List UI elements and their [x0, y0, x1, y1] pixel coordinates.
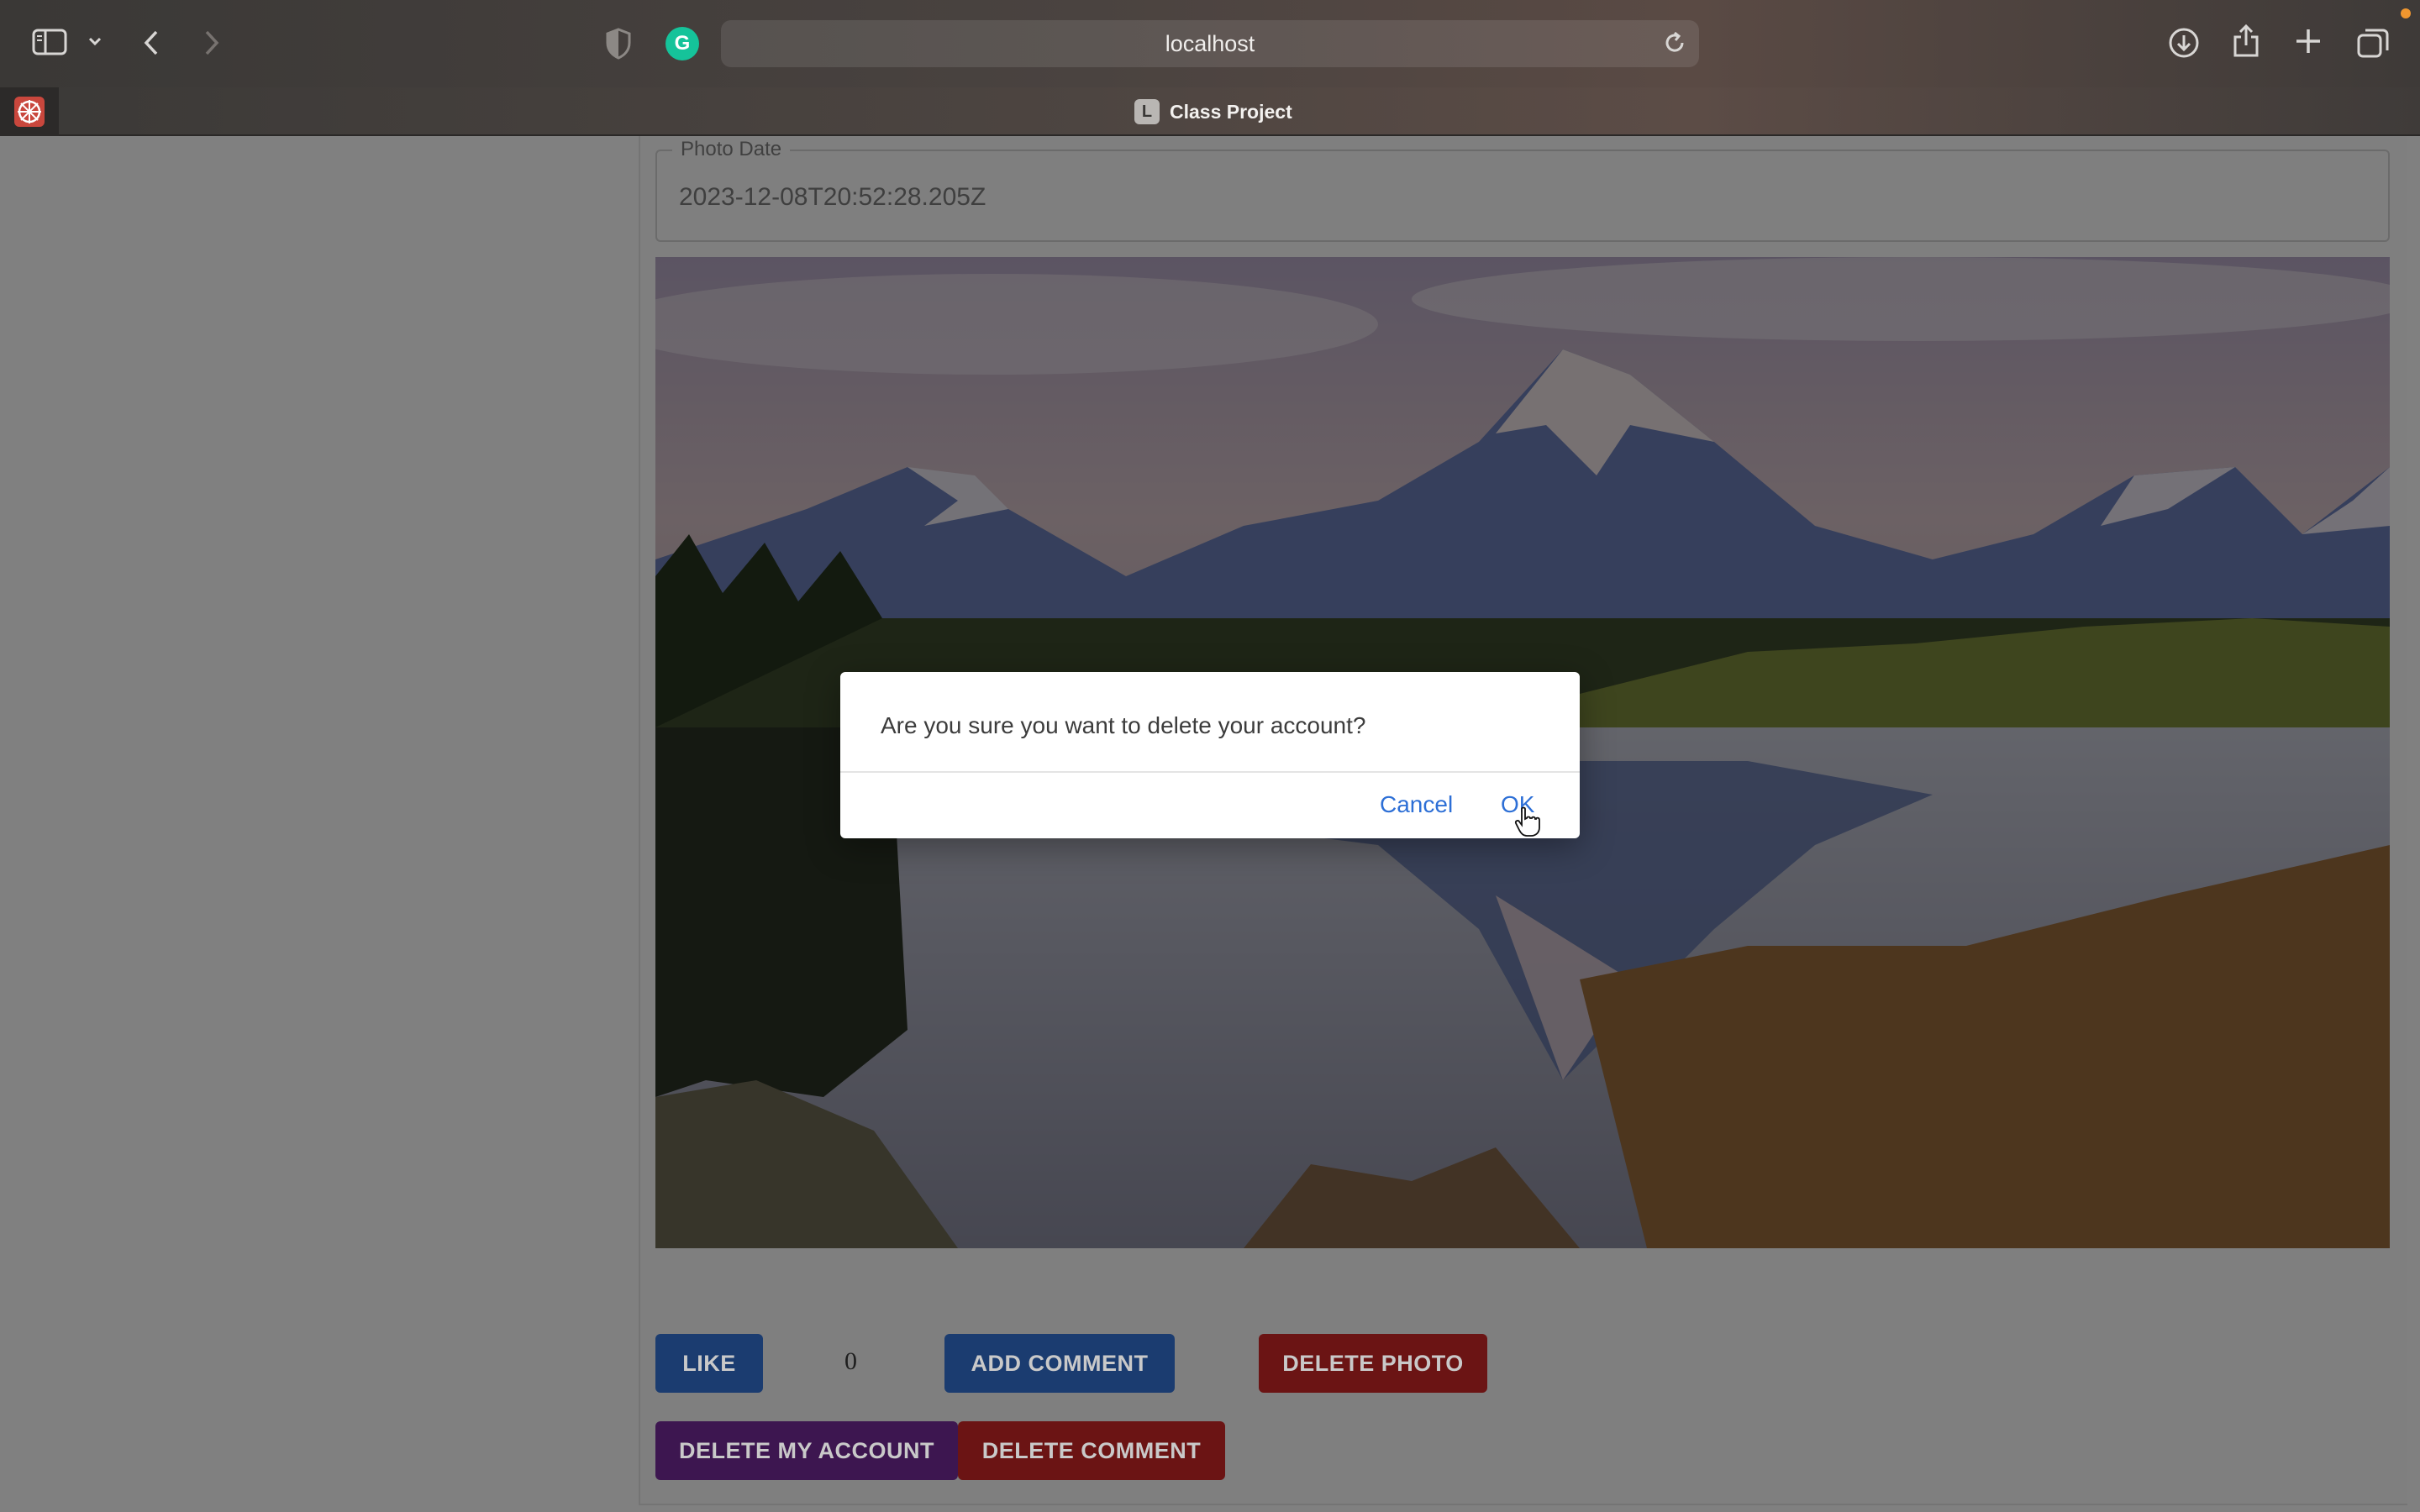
- delete-photo-button[interactable]: DELETE PHOTO: [1259, 1334, 1487, 1393]
- photo-date-label: Photo Date: [672, 138, 791, 161]
- dialog-message: Are you sure you want to delete your acc…: [881, 712, 1366, 738]
- photo-date-value: 2023-12-08T20:52:28.205Z: [679, 183, 986, 211]
- back-icon[interactable]: [141, 29, 161, 57]
- tab-title-text: Class Project: [1170, 100, 1292, 123]
- share-icon[interactable]: [2232, 24, 2260, 59]
- download-icon[interactable]: [2168, 27, 2200, 59]
- photo-date-field[interactable]: Photo Date 2023-12-08T20:52:28.205Z: [655, 138, 2390, 242]
- pinned-tab-favicon-icon: [14, 97, 45, 127]
- confirm-dialog: Are you sure you want to delete your acc…: [840, 672, 1580, 838]
- like-button[interactable]: LIKE: [655, 1334, 763, 1393]
- forward-icon[interactable]: [202, 29, 222, 57]
- delete-account-button[interactable]: DELETE MY ACCOUNT: [655, 1421, 958, 1480]
- tab-active[interactable]: L Class Project: [1134, 97, 1292, 126]
- address-bar[interactable]: localhost: [721, 20, 1699, 67]
- add-comment-button[interactable]: ADD COMMENT: [944, 1334, 1175, 1393]
- tab-overview-icon[interactable]: [2356, 27, 2390, 59]
- new-tab-icon[interactable]: [2294, 27, 2323, 55]
- like-count: 0: [844, 1347, 857, 1375]
- cancel-button[interactable]: Cancel: [1380, 791, 1453, 818]
- tab-favicon-icon: L: [1134, 99, 1160, 124]
- delete-comment-button[interactable]: DELETE COMMENT: [958, 1421, 1225, 1480]
- pinned-tab[interactable]: [0, 87, 59, 136]
- privacy-shield-icon[interactable]: [605, 28, 632, 60]
- reload-icon[interactable]: [1662, 30, 1687, 60]
- notification-dot: [2401, 8, 2411, 18]
- grammarly-extension-icon[interactable]: G: [666, 27, 699, 60]
- browser-toolbar: G localhost: [0, 0, 2420, 87]
- chevron-down-icon[interactable]: [87, 35, 103, 47]
- sidebar-toggle-icon[interactable]: [32, 29, 67, 55]
- dialog-divider: [840, 771, 1580, 773]
- url-text: localhost: [1165, 30, 1255, 56]
- hand-cursor-icon: [1514, 806, 1541, 843]
